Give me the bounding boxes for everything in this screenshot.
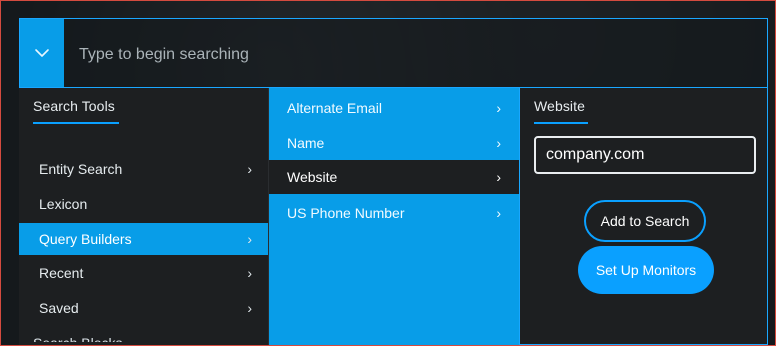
menu-item-label: Recent	[39, 265, 84, 281]
query-builder-item-website[interactable]: Website ›	[269, 160, 519, 194]
search-tools-item-saved[interactable]: Saved ›	[19, 292, 268, 324]
website-panel: Website Add to Search Set Up Monitors	[519, 88, 768, 345]
search-tools-title: Search Tools	[33, 98, 115, 114]
website-input[interactable]	[534, 136, 756, 174]
menu-item-label: Saved	[39, 300, 79, 316]
query-builder-label: Website	[287, 169, 338, 185]
chevron-right-icon: ›	[496, 100, 501, 116]
search-tools-item-recent[interactable]: Recent ›	[19, 257, 268, 289]
search-tools-title-underline	[33, 122, 119, 124]
search-tools-panel: Search Tools Entity Search › Lexicon Que…	[19, 88, 269, 345]
search-input[interactable]	[79, 43, 679, 67]
chevron-right-icon: ›	[247, 161, 252, 177]
menu-item-label: Query Builders	[39, 231, 132, 247]
query-builder-item-name[interactable]: Name ›	[269, 126, 519, 160]
set-up-monitors-button[interactable]: Set Up Monitors	[578, 246, 714, 294]
chevron-right-icon: ›	[247, 231, 252, 247]
query-builder-label: US Phone Number	[287, 205, 405, 221]
menu-item-label: Entity Search	[39, 161, 123, 177]
chevron-right-icon: ›	[496, 135, 501, 151]
search-tools-item-lexicon[interactable]: Lexicon	[19, 188, 268, 220]
chevron-right-icon: ›	[496, 205, 501, 221]
query-builder-item-alternate-email[interactable]: Alternate Email ›	[269, 91, 519, 125]
query-builder-label: Alternate Email	[287, 100, 382, 116]
website-title-underline	[534, 122, 588, 124]
chevron-right-icon: ›	[247, 265, 252, 281]
website-title: Website	[534, 98, 586, 114]
search-tools-toggle[interactable]	[20, 19, 64, 87]
query-builder-label: Name	[287, 135, 325, 151]
query-builder-item-us-phone-number[interactable]: US Phone Number ›	[269, 196, 519, 230]
search-bar	[19, 18, 768, 88]
query-builders-panel: Alternate Email › Name › Website › US Ph…	[269, 88, 519, 345]
search-tools-item-entity-search[interactable]: Entity Search ›	[19, 153, 268, 185]
chevron-down-icon	[35, 49, 49, 57]
chevron-right-icon: ›	[496, 169, 501, 185]
add-to-search-button[interactable]: Add to Search	[584, 200, 706, 242]
search-tools-item-partial[interactable]: Search Blocks	[33, 334, 193, 342]
chevron-right-icon: ›	[247, 300, 252, 316]
app-frame: Search Tools Entity Search › Lexicon Que…	[0, 0, 776, 346]
search-tools-item-query-builders[interactable]: Query Builders ›	[19, 223, 268, 255]
menu-item-label: Lexicon	[39, 196, 88, 212]
